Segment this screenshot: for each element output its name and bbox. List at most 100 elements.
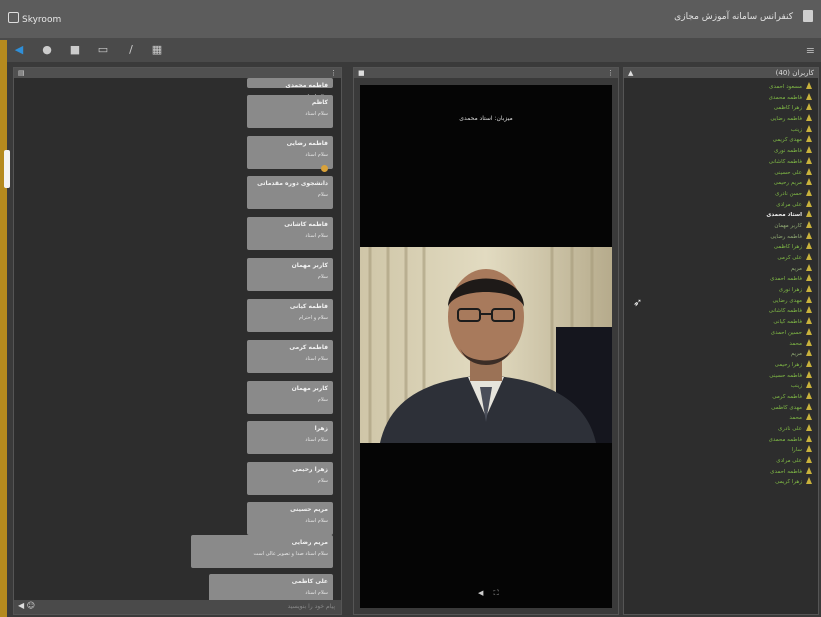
screen-share-icon[interactable]: ▭: [96, 43, 110, 57]
presenter-image: [360, 247, 612, 443]
attendee-row[interactable]: فاطمه محمدی: [624, 92, 818, 104]
app-logo-icon: [8, 12, 19, 23]
chat-message-list[interactable]: فاطمه محمدیسلام استادکاظمسلام استادفاطمه…: [14, 78, 341, 600]
microphone-icon[interactable]: ●: [40, 43, 54, 57]
chat-text: سلام استاد: [305, 356, 328, 362]
chat-input[interactable]: پیام خود را بنویسید: [288, 603, 335, 610]
attendee-list[interactable]: مسعود احمدی فاطمه محمدی زهرا کاظمی فاطمه رض…: [624, 82, 818, 614]
attendee-row[interactable]: زینب: [624, 124, 818, 136]
chat-sender: فاطمه کرمی: [289, 344, 328, 351]
attendee-row[interactable]: مریم: [624, 263, 818, 275]
chat-text: سلام: [317, 478, 328, 484]
attendee-row[interactable]: زهرا رحیمی: [624, 359, 818, 371]
attendee-row[interactable]: کاربر مهمان: [624, 220, 818, 232]
window-menu-button[interactable]: [803, 10, 813, 22]
attendee-name: علی نادری: [777, 426, 802, 432]
attendee-row[interactable]: زهرا کاظمی: [624, 103, 818, 114]
attendee-row[interactable]: فاطمه احمدی: [624, 274, 818, 285]
user-icon: [806, 338, 812, 346]
attendee-row[interactable]: علی حسینی: [624, 167, 818, 179]
attendee-name: مهدی کاظمی: [771, 404, 802, 411]
attendee-row[interactable]: حسین احمدی: [624, 327, 818, 339]
attendees-panel: ▲ کاربران (40) مسعود احمدی فاطمه محمدی زهر…: [623, 67, 819, 615]
pen-icon[interactable]: /: [124, 43, 138, 57]
user-icon: [806, 114, 812, 122]
attendee-name: فاطمه رضایی: [770, 233, 802, 240]
user-icon: [806, 285, 812, 293]
attendee-row[interactable]: مریم: [624, 349, 818, 360]
attendee-row[interactable]: فاطمه نوری: [624, 146, 818, 157]
chat-text: سلام استاد صدا و تصویر عالی است: [253, 551, 328, 557]
attendee-row[interactable]: فاطمه رضایی: [624, 114, 818, 125]
panel-options-icon[interactable]: ⋮: [330, 69, 337, 77]
video-panel: ■ ⋮ میزبان: استاد محمدی ◀ ⛶: [353, 67, 619, 615]
attendee-name: زهرا کاظمی: [773, 105, 802, 112]
chat-sender: فاطمه کیانی: [289, 303, 328, 310]
hamburger-menu-icon[interactable]: ≡: [806, 44, 815, 57]
attendee-row[interactable]: علی کرمی: [624, 253, 818, 264]
attendee-row[interactable]: مهدی کریمی: [624, 135, 818, 146]
mouse-pointer-icon: ➶: [633, 296, 643, 309]
attendee-row[interactable]: محمد: [624, 338, 818, 350]
user-icon: [806, 445, 812, 453]
attendee-name: زهرا نوری: [778, 287, 802, 294]
attendee-row[interactable]: فاطمه کیانی: [624, 317, 818, 328]
attendee-row[interactable]: حسن نادری: [624, 188, 818, 200]
attendee-name: فاطمه کیانی: [773, 319, 802, 326]
attendees-panel-header: ▲ کاربران (40): [624, 68, 818, 78]
attendee-row[interactable]: سارا: [624, 445, 818, 456]
attendee-row[interactable]: زینب: [624, 381, 818, 392]
attendee-name: مهدی کریمی: [772, 137, 802, 144]
attendee-row[interactable]: علی مرادی: [624, 199, 818, 211]
attendee-row[interactable]: فاطمه کرمی: [624, 391, 818, 403]
attendee-row[interactable]: علی مرادی: [624, 456, 818, 467]
attendee-name: مریم: [790, 265, 802, 272]
chat-sender: فاطمه کاشانی: [284, 221, 328, 228]
attendee-row[interactable]: استاد محمدی: [624, 210, 818, 221]
user-icon: [806, 402, 812, 410]
user-icon: [806, 391, 812, 399]
attendee-row[interactable]: مهدی کاظمی: [624, 402, 818, 414]
user-icon: [806, 124, 812, 132]
attendee-row[interactable]: زهرا نوری: [624, 285, 818, 296]
attendee-row[interactable]: فاطمه محمدی: [624, 434, 818, 446]
chat-input-bar: ◀ ☺ پیام خود را بنویسید: [14, 600, 341, 614]
attendee-name: علی کرمی: [777, 255, 802, 261]
chat-text: سلام استاد: [305, 233, 328, 239]
attendee-row[interactable]: مریم رحیمی: [624, 178, 818, 189]
attendee-row[interactable]: فاطمه کاشانی: [624, 156, 818, 168]
attendee-row[interactable]: محمد: [624, 413, 818, 424]
attendee-name: فاطمه احمدی: [770, 468, 802, 475]
attendee-row[interactable]: علی نادری: [624, 424, 818, 435]
attendee-row[interactable]: زهرا کاظمی: [624, 242, 818, 253]
attendee-row[interactable]: زهرا کریمی: [624, 477, 818, 488]
attendee-name: فاطمه نوری: [774, 148, 802, 155]
attendee-name: زهرا کریمی: [775, 479, 802, 486]
attendee-row[interactable]: فاطمه رضایی: [624, 231, 818, 243]
video-icon: ■: [358, 69, 365, 77]
send-icon[interactable]: ◀ ☺: [18, 601, 35, 610]
video-controls[interactable]: ◀ ⛶: [478, 589, 503, 598]
panel-options-icon[interactable]: ⋮: [607, 69, 614, 77]
attendee-row[interactable]: مسعود احمدی: [624, 82, 818, 93]
side-bar-edge: [0, 40, 7, 617]
speaker-icon[interactable]: ◀: [12, 43, 26, 57]
attendee-row[interactable]: فاطمه احمدی: [624, 466, 818, 478]
attendee-name: حسین احمدی: [770, 329, 802, 336]
attendee-row[interactable]: مهدی رضایی: [624, 295, 818, 307]
video-stream[interactable]: میزبان: استاد محمدی ◀ ⛶: [360, 85, 612, 608]
attendee-name: زهرا کاظمی: [773, 244, 802, 251]
chat-sender: فاطمه محمدی: [285, 82, 328, 89]
camera-icon[interactable]: ■: [68, 43, 82, 57]
attendee-row[interactable]: فاطمه حسینی: [624, 370, 818, 382]
user-icon: [806, 178, 812, 186]
chat-sender: زهرا رحیمی: [292, 466, 328, 473]
user-icon: [806, 424, 812, 431]
attendee-name: فاطمه محمدی: [768, 436, 802, 443]
attendee-name: سارا: [791, 447, 802, 454]
chat-message: فاطمه کیانی سلام و احترام: [247, 299, 333, 332]
file-icon[interactable]: ▦: [150, 43, 164, 57]
attendee-row[interactable]: فاطمه کاشانی: [624, 306, 818, 317]
attendee-name: محمد: [789, 340, 802, 347]
user-icon: [806, 359, 812, 367]
